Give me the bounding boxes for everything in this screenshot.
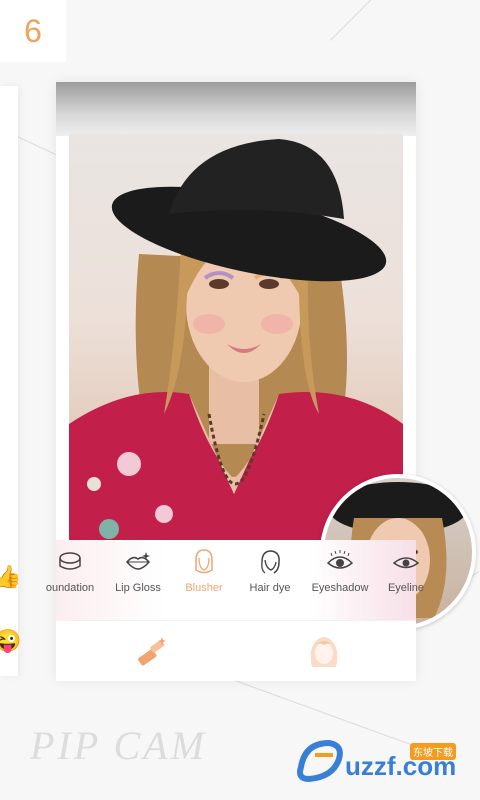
logo-cn-badge: 东坡下载: [410, 743, 456, 760]
tool-foundation[interactable]: oundation: [34, 548, 106, 594]
decorative-line: [330, 0, 473, 41]
hair-icon: [261, 550, 280, 574]
tool-label: Blusher: [185, 582, 223, 594]
previous-card-peek: 👍 😜: [0, 86, 22, 676]
tool-lip-gloss[interactable]: Lip Gloss: [102, 548, 174, 594]
tool-label: Lip Gloss: [115, 582, 161, 594]
tool-blusher[interactable]: Blusher: [168, 548, 240, 594]
makeup-toolbar: oundation Lip Gloss Blusher Hair dye Eye…: [46, 540, 424, 620]
phone-screen: oundation Lip Gloss Blusher Hair dye Eye…: [46, 82, 476, 681]
tool-hair-dye[interactable]: Hair dye: [234, 548, 306, 594]
tool-eyeshadow[interactable]: Eyeshadow: [304, 548, 376, 594]
eyeline-icon: [392, 557, 420, 569]
tool-label: Eyeline: [387, 582, 425, 594]
lipstick-brush-icon: [138, 637, 166, 666]
emoji-face-icon: 😜: [0, 628, 22, 653]
lips-icon: [126, 552, 150, 570]
thumbs-up-icon: 👍: [0, 564, 22, 589]
uzzf-logo: uzzf.com 东坡下载: [295, 735, 475, 785]
tool-label: Hair dye: [249, 582, 291, 594]
step-number: 6: [24, 12, 42, 49]
tool-label: oundation: [45, 582, 95, 594]
girl-face-icon: [310, 637, 338, 667]
foundation-icon: [59, 552, 81, 570]
logo-mark-icon: [297, 739, 343, 783]
eye-icon: [326, 550, 354, 569]
tab-portrait[interactable]: [304, 633, 344, 669]
bottom-tab-bar: [56, 620, 416, 681]
step-number-badge: 6: [0, 0, 66, 62]
tool-label: Eyeshadow: [311, 582, 369, 594]
tab-makeup[interactable]: [132, 633, 172, 669]
face-icon: [195, 549, 213, 574]
tool-eyeline[interactable]: Eyeline: [370, 548, 442, 594]
pip-cam-watermark: PIP CAM: [30, 723, 207, 768]
status-area: [56, 82, 416, 136]
